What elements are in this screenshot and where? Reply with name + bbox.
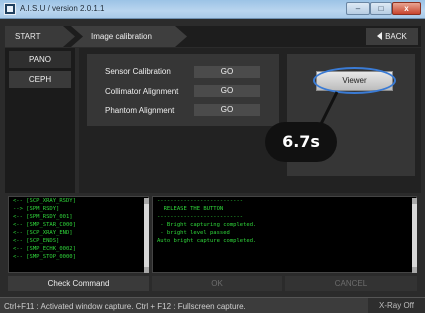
click-highlight-ring — [313, 67, 396, 94]
status-log-scrollbar[interactable] — [412, 198, 417, 273]
log-line: - bright level passed — [157, 230, 230, 236]
back-label: BACK — [385, 32, 407, 41]
breadcrumb-current: Image calibration — [71, 26, 187, 47]
cancel-button[interactable]: CANCEL — [285, 276, 417, 291]
phantom-alignment-go-button[interactable]: GO — [194, 104, 260, 116]
log-line: -------------------------- — [157, 198, 244, 204]
log-line: <-- [SMP_ECHK_0002] — [13, 246, 76, 252]
scroll-up-arrow-icon[interactable] — [412, 198, 417, 204]
breadcrumb: START Image calibration BACK — [5, 26, 421, 47]
log-line: <-- [SMP_STOP_0000] — [13, 254, 76, 260]
sidebar-item-ceph[interactable]: CEPH — [9, 71, 71, 88]
calibration-panel: Sensor Calibration GO Collimator Alignme… — [79, 48, 421, 193]
xray-status: X-Ray Off — [368, 298, 425, 313]
mode-sidebar: PANO CEPH — [5, 48, 75, 193]
scroll-down-arrow-icon[interactable] — [412, 267, 417, 273]
log-line: <-- [SCP_XRAY_END] — [13, 230, 73, 236]
app-window: A.I.S.U / version 2.0.1.1 – □ x START Im… — [0, 0, 425, 313]
shortcut-hint: Ctrl+F11 : Activated window capture. Ctr… — [4, 302, 246, 311]
log-line: <-- [SCP_XRAY_RSDY] — [13, 198, 76, 204]
sensor-calibration-label: Sensor Calibration — [105, 67, 171, 76]
command-log: <-- [SCP_XRAY_RSDY] --> [SPM_RSDY] <-- [SP… — [8, 196, 149, 273]
log-line: --> [SPM_RSDY] — [13, 206, 60, 212]
back-arrow-icon — [377, 32, 383, 40]
sidebar-item-pano[interactable]: PANO — [9, 51, 71, 68]
timer-badge: 6.7s — [265, 122, 337, 162]
log-line: <-- [SCP_ENDS] — [13, 238, 60, 244]
collimator-alignment-label: Collimator Alignment — [105, 87, 179, 96]
check-command-button[interactable]: Check Command — [8, 276, 149, 291]
status-bar: Ctrl+F11 : Activated window capture. Ctr… — [0, 297, 425, 313]
window-title: A.I.S.U / version 2.0.1.1 — [20, 4, 105, 13]
scroll-down-arrow-icon[interactable] — [144, 267, 149, 273]
maximize-button[interactable]: □ — [370, 2, 392, 15]
log-line: RELEASE THE BUTTON — [157, 206, 224, 212]
collimator-alignment-go-button[interactable]: GO — [194, 85, 260, 97]
phantom-alignment-label: Phantom Alignment — [105, 106, 175, 115]
scroll-up-arrow-icon[interactable] — [144, 198, 149, 204]
log-line: <-- [SPM_RSDY_001] — [13, 214, 73, 220]
ok-button[interactable]: OK — [152, 276, 282, 291]
calibration-box: Sensor Calibration GO Collimator Alignme… — [87, 54, 279, 126]
status-log: -------------------------- RELEASE THE B… — [152, 196, 417, 273]
sensor-calibration-go-button[interactable]: GO — [194, 66, 260, 78]
command-log-scrollbar[interactable] — [144, 198, 149, 273]
log-line: <-- [SMP_STAR_C000] — [13, 222, 76, 228]
log-line: Auto bright capture completed. — [157, 238, 257, 244]
close-button[interactable]: x — [392, 2, 421, 15]
log-line: -------------------------- — [157, 214, 244, 220]
app-icon — [4, 3, 16, 15]
log-line: - Bright capturing completed. — [157, 222, 257, 228]
breadcrumb-start[interactable]: START — [5, 26, 75, 47]
minimize-button[interactable]: – — [346, 2, 370, 15]
title-bar: A.I.S.U / version 2.0.1.1 – □ x — [0, 0, 425, 19]
back-button[interactable]: BACK — [366, 28, 418, 45]
